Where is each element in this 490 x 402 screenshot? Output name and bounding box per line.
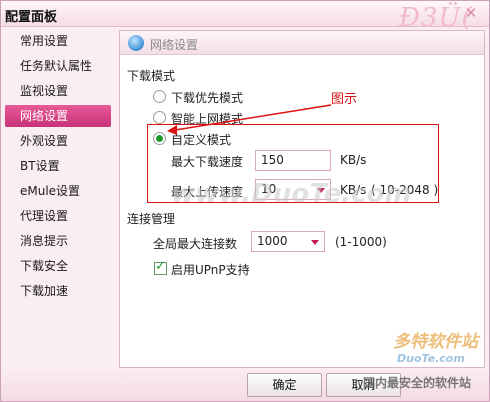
radio-download-priority[interactable]	[153, 90, 166, 103]
sidebar-item-proxy[interactable]: 代理设置	[5, 205, 111, 227]
connection-heading: 连接管理	[127, 212, 176, 226]
sidebar-item-notification[interactable]: 消息提示	[5, 230, 111, 252]
close-button[interactable]: ✕	[460, 4, 482, 22]
footer-bar: 确定 取消 国内最安全的软件站	[1, 368, 489, 401]
max-connections-value: 1000	[257, 234, 288, 248]
checkmark-icon: ✓	[155, 259, 166, 274]
config-window: 配置面板 Ð3Ü( ✕ 常用设置 任务默认属性 监视设置 网络设置 外观设置 B…	[0, 0, 490, 402]
sidebar-item-appearance[interactable]: 外观设置	[5, 130, 111, 152]
chevron-down-icon	[311, 240, 319, 245]
max-connections-label: 全局最大连接数	[153, 237, 238, 251]
sidebar-item-emule[interactable]: eMule设置	[5, 180, 111, 202]
title-bar: 配置面板 Ð3Ü( ✕	[1, 1, 489, 33]
panel-header: 网络设置	[120, 31, 484, 55]
radio-download-priority-label: 下载优先模式	[171, 91, 244, 105]
max-connections-select[interactable]: 1000	[251, 231, 325, 252]
sidebar-item-download-security[interactable]: 下载安全	[5, 255, 111, 277]
sidebar-item-download-accel[interactable]: 下载加速	[5, 280, 111, 302]
window-title: 配置面板	[5, 10, 58, 25]
sidebar: 常用设置 任务默认属性 监视设置 网络设置 外观设置 BT设置 eMule设置 …	[5, 28, 113, 368]
sidebar-item-task-defaults[interactable]: 任务默认属性	[5, 55, 111, 77]
sidebar-item-network[interactable]: 网络设置	[5, 105, 111, 127]
watermark-brand-url: DuoTe.com	[397, 352, 465, 365]
watermark-brand: 多特软件站	[393, 332, 478, 352]
globe-icon	[128, 35, 144, 51]
sidebar-item-bt[interactable]: BT设置	[5, 155, 111, 177]
download-mode-heading: 下载模式	[127, 69, 176, 83]
max-connections-range: (1-1000)	[335, 235, 387, 249]
ok-button[interactable]: 确定	[247, 373, 322, 397]
upnp-label: 启用UPnP支持	[171, 263, 250, 277]
watermark-center: www.DuoTe.com	[171, 179, 412, 209]
upnp-checkbox[interactable]: ✓	[154, 259, 167, 275]
radio-smart-browse[interactable]	[153, 111, 166, 124]
sidebar-item-monitor[interactable]: 监视设置	[5, 80, 111, 102]
watermark-slogan: 国内最安全的软件站	[363, 376, 472, 390]
annotation-label: 图示	[331, 92, 358, 107]
panel-title: 网络设置	[150, 38, 199, 52]
sidebar-item-general[interactable]: 常用设置	[5, 30, 111, 52]
